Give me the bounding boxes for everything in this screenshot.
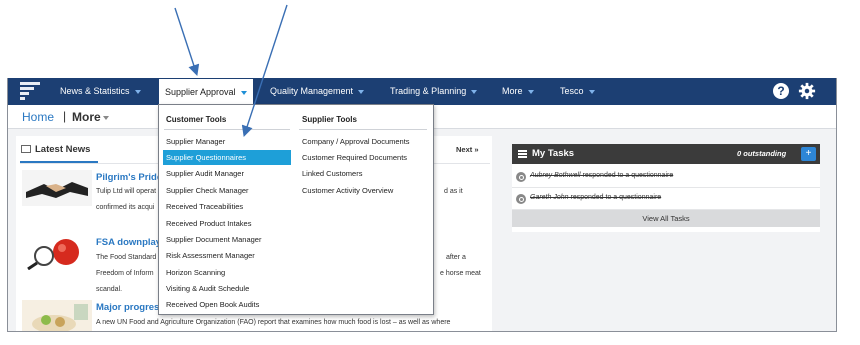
chevron-down-icon: [471, 89, 478, 94]
task-action: responded to a questionnaire: [582, 172, 674, 179]
latest-news-heading: Latest News: [21, 144, 90, 155]
menu-item-supplier-document-manager[interactable]: Supplier Document Manager: [163, 232, 291, 247]
latest-news-title: Latest News: [35, 144, 91, 155]
news-item-title[interactable]: Pilgrim's Pride: [96, 172, 162, 183]
top-navbar: News & Statistics Supplier Approval Qual…: [8, 78, 836, 105]
menu-item-supplier-questionnaires[interactable]: Supplier Questionnaires: [163, 150, 291, 165]
help-icon[interactable]: ?: [773, 83, 789, 99]
newspaper-icon: [21, 145, 31, 153]
arrow-to-supplier-approval: [174, 7, 200, 76]
clock-icon: [516, 194, 526, 204]
news-item-body: after a: [446, 254, 466, 261]
news-item-body: confirmed its acqui: [96, 204, 155, 211]
list-icon: [518, 150, 527, 158]
menu-item-supplier-manager[interactable]: Supplier Manager: [163, 134, 291, 149]
nav-label: Tesco: [560, 86, 584, 96]
news-item-body: e horse meat: [440, 270, 481, 277]
outstanding-count: 0 outstanding: [737, 149, 787, 158]
chevron-down-icon: [134, 89, 141, 94]
task-row[interactable]: Gareth John responded to a questionnaire: [512, 188, 820, 210]
chevron-down-icon: [358, 89, 365, 94]
divider: [164, 129, 290, 130]
menu-item-risk-assessment-manager[interactable]: Risk Assessment Manager: [163, 248, 291, 263]
news-thumbnail-apple[interactable]: [22, 234, 92, 270]
my-tasks-title: My Tasks: [532, 148, 575, 159]
supplier-tools-heading: Supplier Tools: [302, 115, 357, 124]
menu-item-received-open-book-audits[interactable]: Received Open Book Audits: [163, 297, 291, 312]
gear-icon[interactable]: [798, 82, 816, 100]
task-text: Gareth John responded to a questionnaire: [530, 194, 661, 201]
nav-supplier-approval[interactable]: Supplier Approval: [158, 78, 254, 105]
logo-icon[interactable]: [20, 82, 42, 101]
menu-item-linked-customers[interactable]: Linked Customers: [299, 166, 429, 181]
news-thumbnail-food[interactable]: [22, 300, 92, 332]
menu-item-received-traceabilities[interactable]: Received Traceabilities: [163, 199, 291, 214]
breadcrumb-home-link[interactable]: Home: [22, 110, 54, 124]
next-news-link[interactable]: Next »: [456, 145, 479, 154]
nav-more[interactable]: More: [502, 78, 534, 105]
menu-item-visiting-audit-schedule[interactable]: Visiting & Audit Schedule: [163, 281, 291, 296]
task-row[interactable]: Aubrey Bothwell responded to a questionn…: [512, 166, 820, 188]
news-thumbnail-handshake[interactable]: [22, 170, 92, 206]
stage: News & Statistics Supplier Approval Qual…: [0, 0, 860, 345]
menu-item-customer-activity-overview[interactable]: Customer Activity Overview: [299, 183, 429, 198]
task-user: Gareth John: [530, 194, 569, 201]
menu-item-customer-required-documents[interactable]: Customer Required Documents: [299, 150, 429, 165]
add-task-button[interactable]: +: [801, 147, 816, 161]
my-tasks-panel: My Tasks 0 outstanding + Aubrey Bothwell…: [512, 144, 820, 232]
news-item-body: scandal.: [96, 286, 123, 293]
menu-item-received-product-intakes[interactable]: Received Product Intakes: [163, 216, 291, 231]
chevron-down-icon: [240, 90, 247, 95]
menu-item-supplier-audit-manager[interactable]: Supplier Audit Manager: [163, 166, 291, 181]
task-text: Aubrey Bothwell responded to a questionn…: [530, 172, 673, 179]
customer-tools-heading: Customer Tools: [166, 115, 227, 124]
menu-item-company-approval-documents[interactable]: Company / Approval Documents: [299, 134, 429, 149]
nav-tesco[interactable]: Tesco: [560, 78, 595, 105]
nav-trading-planning[interactable]: Trading & Planning: [390, 78, 478, 105]
news-item-title[interactable]: Major progress: [96, 302, 165, 313]
view-all-tasks-button[interactable]: View All Tasks: [512, 210, 820, 227]
nav-label: News & Statistics: [60, 86, 130, 96]
nav-label: Trading & Planning: [390, 86, 467, 96]
supplier-approval-dropdown: Customer Tools Supplier Tools Supplier M…: [158, 104, 434, 315]
nav-label: Supplier Approval: [165, 87, 236, 97]
menu-item-horizon-scanning[interactable]: Horizon Scanning: [163, 265, 291, 280]
nav-news-statistics[interactable]: News & Statistics: [60, 78, 141, 105]
news-item-body: d as it: [444, 188, 463, 195]
nav-quality-management[interactable]: Quality Management: [270, 78, 365, 105]
chevron-down-icon: [588, 89, 595, 94]
news-item-body: Freedom of Inform: [96, 270, 154, 277]
chevron-down-icon: [103, 116, 109, 120]
task-action: responded to a questionnaire: [570, 194, 662, 201]
news-item-body: The Food Standard: [96, 254, 157, 261]
news-item-title[interactable]: FSA downplay: [96, 237, 161, 248]
task-user: Aubrey Bothwell: [530, 172, 581, 179]
breadcrumb-separator: |: [63, 109, 67, 123]
nav-label: More: [502, 86, 523, 96]
news-item-body: Tulip Ltd will operat: [96, 188, 157, 195]
clock-icon: [516, 172, 526, 182]
nav-label: Quality Management: [270, 86, 354, 96]
news-item-body: A new UN Food and Agriculture Organizati…: [96, 319, 451, 326]
breadcrumb-more[interactable]: More: [72, 110, 101, 124]
my-tasks-header: My Tasks 0 outstanding +: [512, 144, 820, 164]
menu-item-supplier-check-manager[interactable]: Supplier Check Manager: [163, 183, 291, 198]
divider: [299, 129, 427, 130]
chevron-down-icon: [527, 89, 534, 94]
